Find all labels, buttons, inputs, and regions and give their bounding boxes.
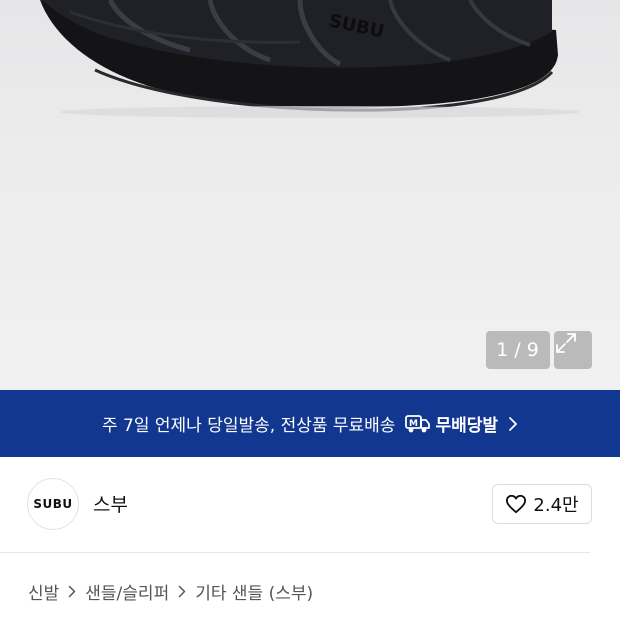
breadcrumb-item-sandals-slippers[interactable]: 샌들/슬리퍼 bbox=[85, 579, 169, 604]
brand-like-button[interactable]: 2.4만 bbox=[492, 484, 592, 524]
image-total-count: 9 bbox=[526, 339, 540, 361]
breadcrumb: 신발 샌들/슬리퍼 기타 샌들 (스부) bbox=[28, 579, 313, 604]
breadcrumb-item-shoes[interactable]: 신발 bbox=[28, 579, 59, 604]
image-page-counter: 1 / 9 bbox=[486, 331, 550, 369]
badge-label: 무배당발 bbox=[435, 416, 499, 436]
heart-outline-icon bbox=[505, 494, 527, 514]
free-delivery-badge: M 무배당발 bbox=[405, 411, 498, 436]
expand-arrows-icon bbox=[556, 333, 576, 353]
chevron-right-icon bbox=[68, 585, 76, 598]
brand-name-link[interactable]: 스부 bbox=[93, 490, 128, 517]
delivery-promo-banner[interactable]: 주 7일 언제나 당일발송, 전상품 무료배송 M 무배당발 bbox=[0, 390, 620, 457]
svg-text:M: M bbox=[409, 419, 418, 429]
brand-row: SUBU 스부 2.4만 bbox=[0, 457, 620, 552]
chevron-right-icon bbox=[508, 416, 518, 432]
chevron-right-icon bbox=[178, 585, 186, 598]
image-counter-separator: / bbox=[514, 339, 522, 361]
section-divider bbox=[0, 552, 590, 553]
banner-text: 주 7일 언제나 당일발송, 전상품 무료배송 bbox=[101, 416, 396, 436]
image-current-index: 1 bbox=[496, 339, 510, 361]
delivery-truck-icon: M bbox=[405, 414, 431, 432]
like-count: 2.4만 bbox=[533, 495, 579, 516]
expand-image-button[interactable] bbox=[554, 331, 592, 369]
product-page: SUBU 1 / 9 주 7일 언제나 당일발송, 전상품 무료배송 M 무배당… bbox=[0, 0, 620, 620]
breadcrumb-item-other-sandals[interactable]: 기타 샌들 (스부) bbox=[195, 579, 313, 604]
product-image-carousel[interactable]: SUBU 1 / 9 bbox=[0, 0, 620, 390]
brand-logo[interactable]: SUBU bbox=[27, 478, 79, 530]
brand-logo-text: SUBU bbox=[33, 497, 73, 511]
